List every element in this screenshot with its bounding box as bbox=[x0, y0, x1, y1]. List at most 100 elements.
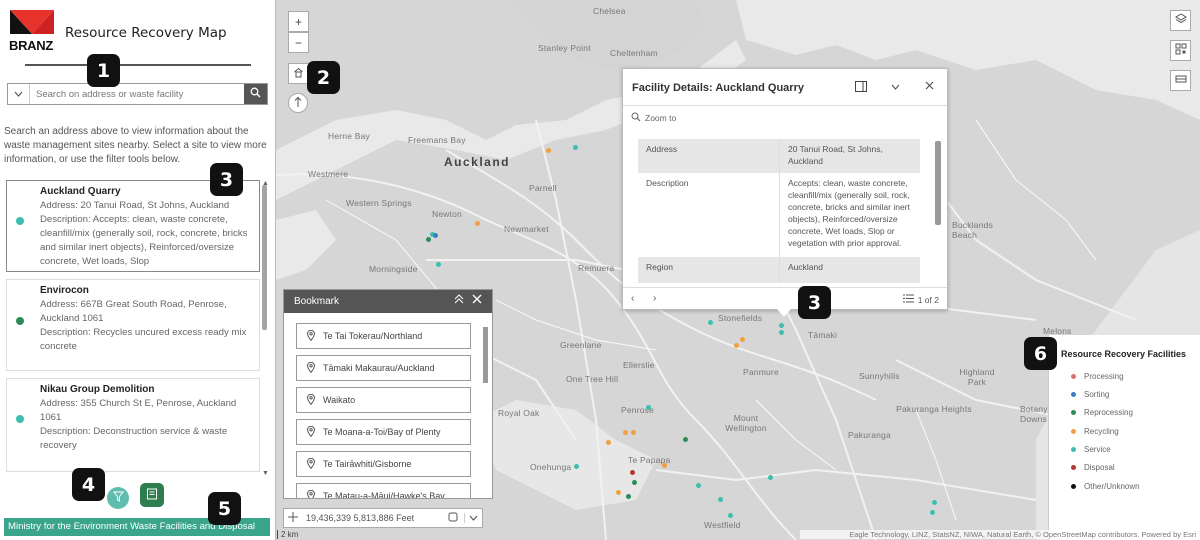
maximize-panel-button[interactable] bbox=[454, 290, 464, 313]
facility-dot[interactable] bbox=[646, 405, 651, 410]
zoom-in-button[interactable]: + bbox=[288, 11, 309, 32]
scale-bar-label: 2 km bbox=[277, 530, 299, 539]
attribute-key: Region bbox=[646, 262, 673, 272]
snapshot-icon[interactable] bbox=[448, 512, 464, 524]
facility-dot[interactable] bbox=[616, 490, 621, 495]
chevron-down-icon bbox=[14, 89, 23, 100]
facility-dot[interactable] bbox=[475, 221, 480, 226]
recycling-swatch bbox=[1071, 429, 1076, 434]
zoom-to-label: Zoom to bbox=[645, 113, 677, 123]
home-button[interactable] bbox=[288, 63, 309, 84]
filter-button[interactable] bbox=[107, 487, 129, 509]
facility-dot[interactable] bbox=[930, 510, 935, 515]
facility-dot[interactable] bbox=[632, 480, 637, 485]
facility-dot[interactable] bbox=[426, 237, 431, 242]
next-feature-button[interactable]: › bbox=[653, 293, 656, 304]
collapse-popup-button[interactable] bbox=[891, 81, 900, 93]
bookmark-scrollbar[interactable] bbox=[483, 327, 488, 383]
legend-button[interactable] bbox=[140, 483, 164, 507]
facility-dot[interactable] bbox=[436, 262, 441, 267]
site-card-envirocon[interactable]: Envirocon Address: 667B Great South Road… bbox=[6, 279, 260, 371]
disposal-swatch bbox=[1071, 465, 1076, 470]
qr-code-icon bbox=[1175, 43, 1187, 58]
site-card-nikau-group-demolition[interactable]: Nikau Group Demolition Address: 355 Chur… bbox=[6, 378, 260, 472]
facility-dot[interactable] bbox=[630, 470, 635, 475]
place-label: Onehunga bbox=[530, 462, 572, 472]
annotation-badge-5: 5 bbox=[208, 492, 241, 525]
place-label: Herne Bay bbox=[328, 131, 370, 141]
search-input[interactable] bbox=[30, 84, 244, 104]
service-swatch bbox=[1071, 447, 1076, 452]
map-pin-icon bbox=[306, 489, 316, 498]
layer-list-button[interactable] bbox=[1170, 10, 1191, 31]
bookmark-item[interactable]: Tāmaki Makaurau/Auckland bbox=[296, 355, 471, 381]
sorting-swatch bbox=[1071, 392, 1076, 397]
search-source-dropdown[interactable] bbox=[8, 84, 30, 104]
popup-scrollbar[interactable] bbox=[935, 141, 941, 225]
bookmark-item[interactable]: Te Matau-a-Māui/Hawke's Bay bbox=[296, 483, 471, 498]
bookmark-item[interactable]: Te Tairāwhiti/Gisborne bbox=[296, 451, 471, 477]
facility-dot[interactable] bbox=[728, 513, 733, 518]
facility-dot[interactable] bbox=[626, 494, 631, 499]
facility-dot[interactable] bbox=[683, 437, 688, 442]
compass-button[interactable] bbox=[288, 93, 308, 113]
chevron-down-icon bbox=[891, 81, 900, 93]
map-pin-icon bbox=[306, 361, 316, 375]
legend-item: Service bbox=[1071, 445, 1111, 454]
feature-list-icon[interactable] bbox=[902, 294, 914, 305]
previous-feature-button[interactable]: ‹ bbox=[631, 293, 634, 304]
facility-dot[interactable] bbox=[718, 497, 723, 502]
facility-dot[interactable] bbox=[433, 233, 438, 238]
bookmark-item[interactable]: Te Moana-a-Toi/Bay of Plenty bbox=[296, 419, 471, 445]
search-icon bbox=[250, 87, 261, 101]
qr-code-button[interactable] bbox=[1170, 40, 1191, 61]
legend-label: Service bbox=[1084, 445, 1111, 454]
bookmark-item[interactable]: Waikato bbox=[296, 387, 471, 413]
zoom-out-button[interactable]: − bbox=[288, 32, 309, 53]
facility-dot[interactable] bbox=[623, 430, 628, 435]
bookmark-item[interactable]: Te Tai Tokerau/Northland bbox=[296, 323, 471, 349]
map-pin-icon bbox=[306, 329, 316, 343]
facility-dot[interactable] bbox=[573, 145, 578, 150]
facility-dot[interactable] bbox=[708, 320, 713, 325]
facility-dot[interactable] bbox=[631, 430, 636, 435]
list-scrollbar[interactable] bbox=[262, 185, 267, 330]
dock-popup-button[interactable] bbox=[855, 81, 867, 95]
zoom-to-action[interactable]: Zoom to bbox=[631, 112, 676, 124]
site-list: Auckland Quarry Address: 20 Tanui Road, … bbox=[0, 180, 276, 472]
facility-dot[interactable] bbox=[546, 148, 551, 153]
bookmark-label: Te Moana-a-Toi/Bay of Plenty bbox=[323, 427, 441, 437]
bookmark-label: Waikato bbox=[323, 395, 356, 405]
legend-item: Other/Unknown bbox=[1071, 482, 1140, 491]
facility-dot[interactable] bbox=[768, 475, 773, 480]
place-label: Bucklands Beach bbox=[952, 220, 994, 240]
facility-dot[interactable] bbox=[734, 343, 739, 348]
close-popup-button[interactable] bbox=[925, 81, 934, 93]
place-label: Pakuranga bbox=[848, 430, 891, 440]
bookmark-title: Bookmark bbox=[294, 296, 340, 307]
place-label: Greenlane bbox=[560, 340, 602, 350]
legend-label: Reprocessing bbox=[1084, 408, 1133, 417]
facility-dot[interactable] bbox=[932, 500, 937, 505]
place-label: Newton bbox=[432, 209, 463, 219]
facility-dot[interactable] bbox=[696, 483, 701, 488]
place-label: Pakuranga Heights bbox=[896, 404, 972, 414]
facility-dot[interactable] bbox=[606, 440, 611, 445]
basemap-gallery-button[interactable] bbox=[1170, 70, 1191, 91]
legend-item: Disposal bbox=[1071, 463, 1115, 472]
search-button[interactable] bbox=[244, 84, 267, 104]
facility-dot[interactable] bbox=[779, 323, 784, 328]
place-label: Ellerslie bbox=[623, 360, 655, 370]
facility-dot[interactable] bbox=[574, 464, 579, 469]
legend-label: Sorting bbox=[1084, 390, 1110, 399]
place-label: Royal Oak bbox=[498, 408, 540, 418]
scroll-down-arrow-icon[interactable]: ▼ bbox=[262, 470, 269, 477]
facility-dot[interactable] bbox=[662, 463, 667, 468]
coordinate-system-dropdown[interactable] bbox=[464, 513, 482, 523]
crosshair-icon[interactable] bbox=[284, 512, 302, 524]
close-panel-button[interactable] bbox=[472, 290, 482, 313]
bookmark-label: Tāmaki Makaurau/Auckland bbox=[323, 363, 435, 373]
title-divider bbox=[25, 64, 251, 66]
facility-dot[interactable] bbox=[740, 337, 745, 342]
facility-dot[interactable] bbox=[779, 330, 784, 335]
